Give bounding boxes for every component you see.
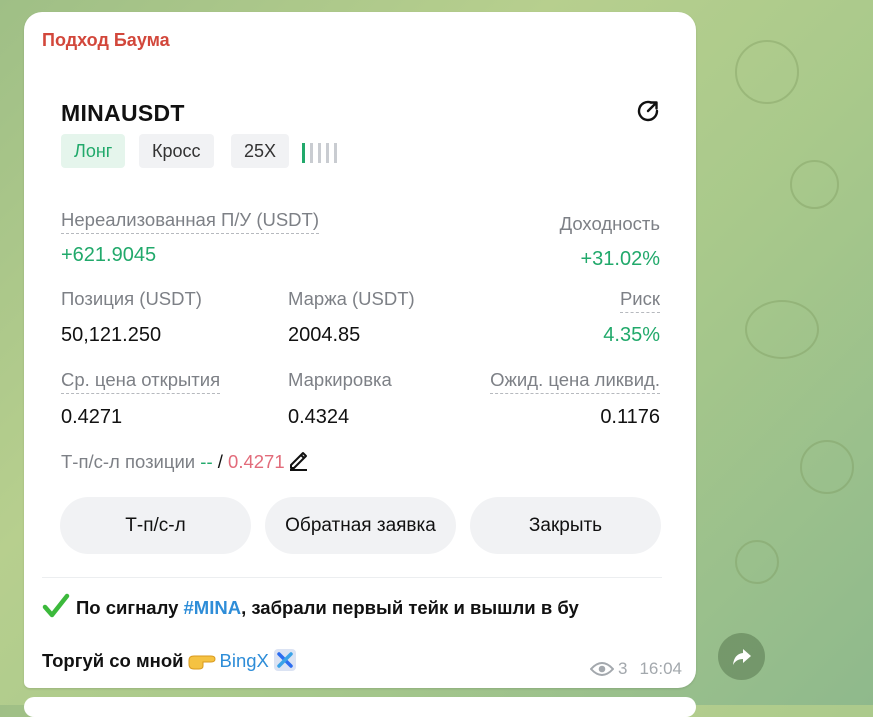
entry-price-label: Ср. цена открытия bbox=[61, 369, 221, 394]
caption-line-2: Торгуй со мной BingX bbox=[42, 648, 297, 672]
leverage-level-segment bbox=[302, 143, 305, 163]
leverage-level-segment bbox=[326, 143, 329, 163]
cross-x-icon bbox=[273, 649, 296, 671]
forward-arrow-icon bbox=[732, 648, 751, 665]
caption-line-1: По сигналу #MINA, забрали первый тейк и … bbox=[42, 592, 579, 620]
unrealized-pnl-value: +621.9045 bbox=[61, 244, 157, 266]
tpsl-row: Т-п/с-л позиции -- / 0.4271 bbox=[61, 449, 309, 473]
tpsl-label: Т-п/с-л позиции bbox=[61, 451, 196, 472]
sender-name[interactable]: Подход Баума bbox=[42, 30, 170, 51]
risk-value: 4.35% bbox=[603, 324, 660, 346]
message-meta: 3 16:04 bbox=[589, 659, 682, 679]
liquidation-price-label: Ожид. цена ликвид. bbox=[490, 369, 660, 394]
divider bbox=[42, 577, 662, 578]
leverage-level-bar bbox=[302, 143, 342, 163]
mark-price-label: Маркировка bbox=[288, 369, 392, 390]
tpsl-separator: / bbox=[217, 451, 223, 472]
reverse-order-button[interactable]: Обратная заявка bbox=[265, 497, 456, 554]
view-count: 3 bbox=[617, 659, 628, 678]
forward-button[interactable] bbox=[718, 633, 765, 680]
risk-label: Риск bbox=[619, 288, 660, 313]
eye-icon bbox=[589, 662, 614, 676]
close-position-button[interactable]: Закрыть bbox=[470, 497, 661, 554]
margin-mode-badge: Кросс bbox=[139, 134, 214, 168]
yield-label: Доходность bbox=[559, 213, 660, 234]
check-mark-icon bbox=[42, 593, 70, 618]
leverage-level-segment bbox=[318, 143, 321, 163]
position-size-value: 50,121.250 bbox=[61, 324, 162, 346]
message-time: 16:04 bbox=[639, 659, 682, 678]
symbol-title: MINAUSDT bbox=[61, 100, 185, 126]
tpsl-stop-loss: 0.4271 bbox=[228, 451, 285, 472]
leverage-level-segment bbox=[334, 143, 337, 163]
liquidation-price-value: 0.1176 bbox=[600, 406, 660, 428]
tpsl-button[interactable]: Т-п/с-л bbox=[60, 497, 251, 554]
margin-value: 2004.85 bbox=[288, 324, 361, 346]
background-doodle bbox=[800, 440, 854, 494]
yield-value: +31.02% bbox=[580, 248, 660, 270]
message-bubble: Подход Баума MINAUSDT Лонг Кросс 25X Нер… bbox=[24, 12, 696, 688]
background-doodle bbox=[745, 300, 819, 359]
next-message-bubble bbox=[24, 697, 696, 717]
background-doodle bbox=[735, 40, 799, 104]
side-badge: Лонг bbox=[61, 134, 126, 168]
leverage-level-segment bbox=[310, 143, 313, 163]
leverage-badge: 25X bbox=[231, 134, 290, 168]
caption-text: По сигналу bbox=[76, 597, 179, 618]
share-icon[interactable] bbox=[634, 97, 662, 125]
pencil-icon[interactable] bbox=[287, 449, 309, 471]
background-doodle bbox=[735, 540, 779, 584]
mark-price-value: 0.4324 bbox=[288, 406, 350, 428]
tpsl-take-profit: -- bbox=[200, 451, 213, 472]
hashtag-link[interactable]: #MINA bbox=[184, 597, 242, 618]
position-size-label: Позиция (USDT) bbox=[61, 288, 202, 309]
margin-label: Маржа (USDT) bbox=[288, 288, 415, 309]
caption-text: Торгуй со мной bbox=[42, 650, 184, 671]
entry-price-value: 0.4271 bbox=[61, 406, 123, 428]
bingx-link[interactable]: BingX bbox=[220, 650, 269, 671]
pointing-hand-icon bbox=[188, 655, 216, 670]
background-doodle bbox=[790, 160, 839, 209]
caption-text: , забрали первый тейк и вышли в бу bbox=[241, 597, 579, 618]
unrealized-pnl-label: Нереализованная П/У (USDT) bbox=[61, 209, 320, 234]
